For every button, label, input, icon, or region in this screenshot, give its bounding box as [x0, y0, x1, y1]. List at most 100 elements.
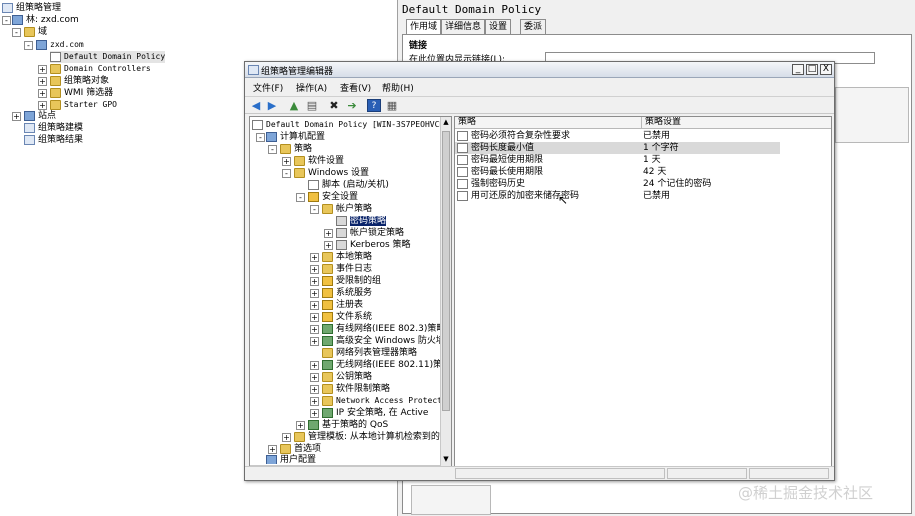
tab-settings[interactable]: 设置 [485, 19, 512, 34]
expander-kerberos-policy[interactable]: + [324, 241, 333, 250]
expander-system-services[interactable]: + [310, 289, 319, 298]
expander-restricted-groups[interactable]: + [310, 277, 319, 286]
expander-sites[interactable]: + [12, 112, 21, 121]
expander-software-restriction[interactable]: + [310, 385, 319, 394]
tab-scope[interactable]: 作用域 [406, 19, 442, 34]
expander-firewall[interactable]: + [310, 337, 319, 346]
tree-item-computer-config[interactable]: 计算机配置 [266, 131, 325, 143]
tree-item-wired-network[interactable]: 有线网络(IEEE 802.3)策略 [322, 323, 445, 335]
expander-policies[interactable]: - [268, 145, 277, 154]
delete-icon[interactable]: ✖ [327, 99, 341, 112]
tree-item-local-policies[interactable]: 本地策略 [322, 251, 372, 263]
export-list-icon[interactable]: ➔ [345, 99, 359, 112]
expander-windows-settings[interactable]: - [282, 169, 291, 178]
tree-item-qos[interactable]: 基于策略的 QoS [308, 419, 388, 431]
expander-qos[interactable]: + [296, 421, 305, 430]
list-item[interactable]: 密码长度最小值 1 个字符 [455, 142, 780, 154]
menu-help[interactable]: 帮助(H) [382, 81, 414, 94]
tree-item-software-settings[interactable]: 软件设置 [294, 155, 344, 167]
tree-vscroll-thumb[interactable] [442, 131, 450, 411]
show-hide-tree-icon[interactable]: ▤ [305, 99, 319, 112]
expander-event-log[interactable]: + [310, 265, 319, 274]
tree-item-system-services[interactable]: 系统服务 [322, 287, 372, 299]
tree-item-file-system[interactable]: 文件系统 [322, 311, 372, 323]
tree-item-account-policies[interactable]: 帐户策略 [322, 203, 372, 215]
scroll-down-arrow-icon[interactable]: ▼ [442, 455, 450, 465]
tree-item-scripts[interactable]: 脚本 (启动/关机) [308, 179, 389, 191]
list-item[interactable]: 密码最长使用期限 42 天 [455, 166, 831, 178]
tree-item-security-settings[interactable]: 安全设置 [308, 191, 358, 203]
expander-account-policies[interactable]: - [310, 205, 319, 214]
minimize-button[interactable]: _ [792, 64, 804, 75]
forward-arrow-icon[interactable]: ▶ [265, 99, 279, 112]
expander-wmi[interactable]: + [38, 89, 47, 98]
expander-domain[interactable]: - [24, 41, 33, 50]
tree-item-firewall[interactable]: 高级安全 Windows 防火墙 [322, 335, 445, 347]
tree-item-forest[interactable]: 林: zxd.com [12, 14, 79, 26]
tree-item-domains[interactable]: 域 [24, 26, 47, 38]
tab-details[interactable]: 详细信息 [441, 19, 486, 34]
expander-gpo-objects[interactable]: + [38, 77, 47, 86]
expander-preferences[interactable]: + [268, 445, 277, 454]
tree-item-starter-gpo[interactable]: Starter GPO [50, 99, 117, 111]
expander-lockout-policy[interactable]: + [324, 229, 333, 238]
expander-computer-config[interactable]: - [256, 133, 265, 142]
tree-item-software-restriction[interactable]: 软件限制策略 [322, 383, 390, 395]
expander-local-policies[interactable]: + [310, 253, 319, 262]
expander-nap[interactable]: + [310, 397, 319, 406]
menu-action[interactable]: 操作(A) [296, 81, 327, 94]
expander-ipsec[interactable]: + [310, 409, 319, 418]
editor-titlebar[interactable]: 组策略管理编辑器 _ □ X [245, 62, 834, 78]
list-item[interactable]: 密码必须符合复杂性要求 已禁用 [455, 130, 831, 142]
tree-item-windows-settings[interactable]: Windows 设置 [294, 167, 369, 179]
column-header-setting[interactable]: 策略设置 [642, 117, 831, 129]
tree-item-public-key[interactable]: 公钥策略 [322, 371, 372, 383]
properties-icon[interactable]: ▦ [385, 99, 399, 112]
tree-item-default-policy[interactable]: Default Domain Policy [50, 51, 166, 63]
tree-item-admin-templates[interactable]: 管理模板: 从本地计算机检索到的 [294, 431, 440, 443]
tree-item-restricted-groups[interactable]: 受限制的组 [322, 275, 381, 287]
expander-dc[interactable]: + [38, 65, 47, 74]
expander-wireless-network[interactable]: + [310, 361, 319, 370]
menu-view[interactable]: 查看(V) [340, 81, 371, 94]
tree-item-password-policy[interactable]: 密码策略 [336, 215, 387, 227]
tree-item-wireless-network[interactable]: 无线网络(IEEE 802.11)策 [322, 359, 442, 371]
expander-wired-network[interactable]: + [310, 325, 319, 334]
tree-item-user-config[interactable]: 用户配置 [266, 454, 316, 464]
tree-item-policies[interactable]: 策略 [280, 143, 312, 155]
tree-item-registry[interactable]: 注册表 [322, 299, 363, 311]
menu-file[interactable]: 文件(F) [253, 81, 283, 94]
expander-domains[interactable]: - [12, 28, 21, 37]
maximize-button[interactable]: □ [806, 64, 818, 75]
expander-public-key[interactable]: + [310, 373, 319, 382]
tree-item-nap[interactable]: Network Access Protecti [322, 395, 447, 407]
expander-forest[interactable]: - [2, 16, 11, 25]
tree-item-domain-controllers[interactable]: Domain Controllers [50, 63, 151, 75]
tree-item-gpo-root[interactable]: Default Domain Policy [WIN-3S7PEOHVCNA [252, 119, 449, 131]
tree-vertical-scrollbar[interactable]: ▲ ▼ [440, 117, 451, 466]
expander-security-settings[interactable]: - [296, 193, 305, 202]
tree-item-results[interactable]: 组策略结果 [24, 134, 83, 146]
tree-item-network-list[interactable]: 网络列表管理器策略 [322, 347, 417, 359]
back-arrow-icon[interactable]: ◀ [249, 99, 263, 112]
tree-item-ipsec[interactable]: IP 安全策略, 在 Active [322, 407, 428, 419]
expander-admin-templates[interactable]: + [282, 433, 291, 442]
expander-software-settings[interactable]: + [282, 157, 291, 166]
scroll-up-arrow-icon[interactable]: ▲ [442, 118, 450, 128]
tree-item-domain[interactable]: zxd.com [36, 39, 84, 51]
close-button[interactable]: X [820, 64, 832, 75]
tree-item-wmi-filters[interactable]: WMI 筛选器 [50, 87, 113, 99]
tree-item-lockout-policy[interactable]: 帐户锁定策略 [336, 227, 404, 239]
expander-starter[interactable]: + [38, 101, 47, 110]
help-icon[interactable]: ? [367, 99, 381, 112]
tab-delegation[interactable]: 委派 [520, 19, 547, 34]
expander-registry[interactable]: + [310, 301, 319, 310]
tree-item-gpo-objects[interactable]: 组策略对象 [50, 75, 109, 87]
tree-item-modeling[interactable]: 组策略建模 [24, 122, 83, 134]
tree-item-kerberos-policy[interactable]: Kerberos 策略 [336, 239, 411, 251]
column-header-policy[interactable]: 策略 [455, 117, 642, 129]
list-item[interactable]: 用可还原的加密来储存密码 已禁用 [455, 190, 831, 202]
list-item[interactable]: 强制密码历史 24 个记住的密码 [455, 178, 831, 190]
list-item[interactable]: 密码最短使用期限 1 天 [455, 154, 831, 166]
up-folder-icon[interactable]: ▲ [287, 99, 301, 112]
